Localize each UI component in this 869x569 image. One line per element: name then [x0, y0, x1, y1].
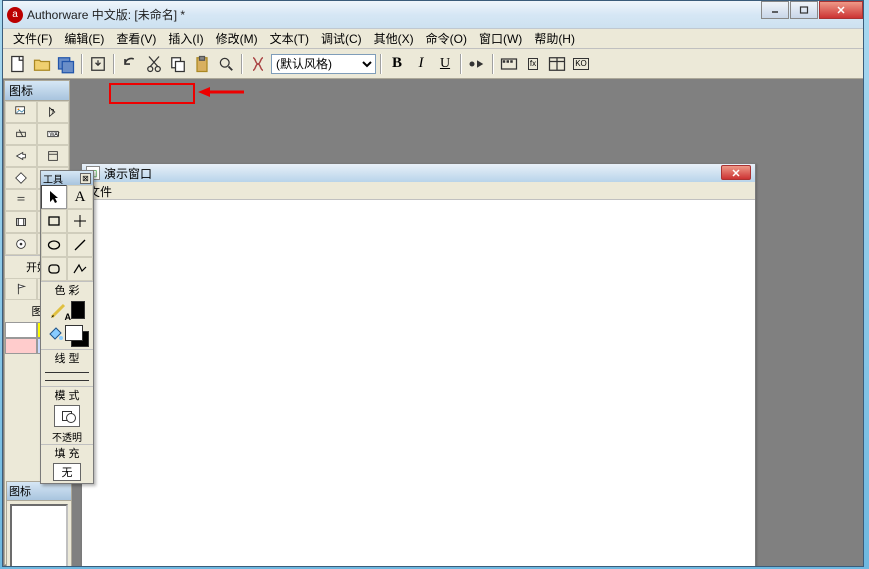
display-icon[interactable]	[5, 101, 37, 123]
close-button[interactable]	[819, 1, 863, 19]
bold-button[interactable]: B	[386, 53, 408, 75]
start-flag-icon[interactable]	[5, 278, 37, 300]
menu-edit[interactable]: 编辑(E)	[58, 28, 110, 49]
copy-icon[interactable]	[167, 53, 189, 75]
calculation-icon[interactable]	[5, 189, 37, 211]
run-icon[interactable]	[466, 53, 488, 75]
digital-movie-icon[interactable]	[5, 211, 37, 233]
menu-debug[interactable]: 调试(C)	[315, 28, 368, 49]
color-pink[interactable]	[5, 338, 37, 354]
fill-bucket-icon[interactable]	[45, 324, 65, 347]
menu-view[interactable]: 查看(V)	[110, 28, 162, 49]
maximize-button[interactable]	[790, 1, 818, 19]
bottom-palette: 图标	[6, 481, 72, 566]
menu-insert[interactable]: 插入(I)	[162, 28, 209, 49]
mode-section-label: 模 式	[41, 386, 93, 403]
text-tool[interactable]: A	[67, 185, 93, 209]
save-all-icon[interactable]	[55, 53, 77, 75]
toolbar-separator	[113, 54, 115, 74]
tools-close-button[interactable]: ⊠	[80, 173, 91, 184]
titlebar: a Authorware 中文版: [未命名] *	[3, 1, 863, 29]
rectangle-tool[interactable]	[41, 209, 67, 233]
menu-modify[interactable]: 修改(M)	[210, 28, 264, 49]
functions-icon[interactable]: fx	[522, 53, 544, 75]
mode-preview[interactable]	[54, 405, 80, 427]
minimize-button[interactable]	[761, 1, 789, 19]
diagonal-line-tool[interactable]	[67, 233, 93, 257]
presentation-window: ◧ 演示窗口 文件	[81, 163, 756, 566]
ko-button[interactable]: KO	[570, 53, 592, 75]
menu-text[interactable]: 文本(T)	[264, 28, 315, 49]
client-area: 图标 ? WAIT KO 开始	[3, 79, 863, 566]
paste-icon[interactable]	[191, 53, 213, 75]
tools-title-text: 工具	[43, 171, 63, 186]
fg-bg-color-swatch[interactable]	[65, 325, 89, 347]
icons-palette-title: 图标	[5, 81, 69, 101]
polygon-tool[interactable]	[67, 257, 93, 281]
open-icon[interactable]	[31, 53, 53, 75]
line-style-thin[interactable]	[45, 368, 89, 376]
toolbar-separator	[81, 54, 83, 74]
color-section-label: 色 彩	[41, 281, 93, 298]
svg-text:WAIT: WAIT	[50, 132, 61, 138]
pen-color[interactable]: A	[49, 300, 69, 320]
tools-window-titlebar[interactable]: 工具 ⊠	[41, 171, 93, 185]
title-text: Authorware 中文版: [未命名] *	[27, 6, 859, 23]
toolbar-separator	[460, 54, 462, 74]
script-icon[interactable]	[247, 53, 269, 75]
fill-preview[interactable]: 无	[53, 463, 81, 481]
control-panel-icon[interactable]	[498, 53, 520, 75]
tools-window[interactable]: 工具 ⊠ A 色 彩 A 线 型 模 式 不透明 填 充 无	[40, 170, 94, 484]
new-icon[interactable]	[7, 53, 29, 75]
decision-icon[interactable]	[5, 167, 37, 189]
menu-window[interactable]: 窗口(W)	[473, 28, 528, 49]
fill-section-label: 填 充	[41, 444, 93, 461]
toolbar-separator	[380, 54, 382, 74]
rounded-rect-tool[interactable]	[41, 257, 67, 281]
variables-icon[interactable]	[546, 53, 568, 75]
ellipse-tool[interactable]	[41, 233, 67, 257]
framework-icon[interactable]	[37, 145, 69, 167]
line-tool[interactable]	[67, 209, 93, 233]
menu-help[interactable]: 帮助(H)	[528, 28, 581, 49]
presentation-window-title: 演示窗口	[104, 165, 152, 182]
menu-file[interactable]: 文件(F)	[7, 28, 58, 49]
style-select[interactable]: (默认风格)	[271, 54, 376, 74]
menubar: 文件(F) 编辑(E) 查看(V) 插入(I) 修改(M) 文本(T) 调试(C…	[3, 29, 863, 49]
wait-icon[interactable]: WAIT	[37, 123, 69, 145]
bottom-palette-title: 图标	[7, 482, 71, 501]
app-icon: a	[7, 7, 23, 23]
find-icon[interactable]	[215, 53, 237, 75]
motion-icon[interactable]: ?	[37, 101, 69, 123]
line-section-label: 线 型	[41, 349, 93, 366]
presentation-close-button[interactable]	[721, 165, 751, 180]
pointer-tool[interactable]	[41, 185, 67, 209]
menu-command[interactable]: 命令(O)	[420, 28, 473, 49]
import-icon[interactable]	[87, 53, 109, 75]
app-window: a Authorware 中文版: [未命名] * 文件(F) 编辑(E) 查看…	[2, 0, 864, 567]
dvd-icon[interactable]	[5, 233, 37, 255]
line-style-thin-2[interactable]	[45, 376, 89, 384]
mode-label: 不透明	[41, 429, 93, 444]
text-color-black[interactable]	[71, 301, 85, 319]
svg-text:?: ?	[50, 109, 54, 116]
presentation-canvas[interactable]	[82, 200, 755, 566]
cut-icon[interactable]	[143, 53, 165, 75]
presentation-window-titlebar[interactable]: ◧ 演示窗口	[82, 164, 755, 182]
toolbar-separator	[492, 54, 494, 74]
underline-button[interactable]: U	[434, 53, 456, 75]
bottom-preview	[10, 504, 68, 566]
toolbar: (默认风格) B I U fx KO	[3, 49, 863, 79]
menu-other[interactable]: 其他(X)	[368, 28, 420, 49]
toolbar-separator	[241, 54, 243, 74]
erase-icon[interactable]	[5, 123, 37, 145]
undo-icon[interactable]	[119, 53, 141, 75]
italic-button[interactable]: I	[410, 53, 432, 75]
color-white[interactable]	[5, 322, 37, 338]
presentation-window-menubar: 文件	[82, 182, 755, 200]
navigate-icon[interactable]	[5, 145, 37, 167]
